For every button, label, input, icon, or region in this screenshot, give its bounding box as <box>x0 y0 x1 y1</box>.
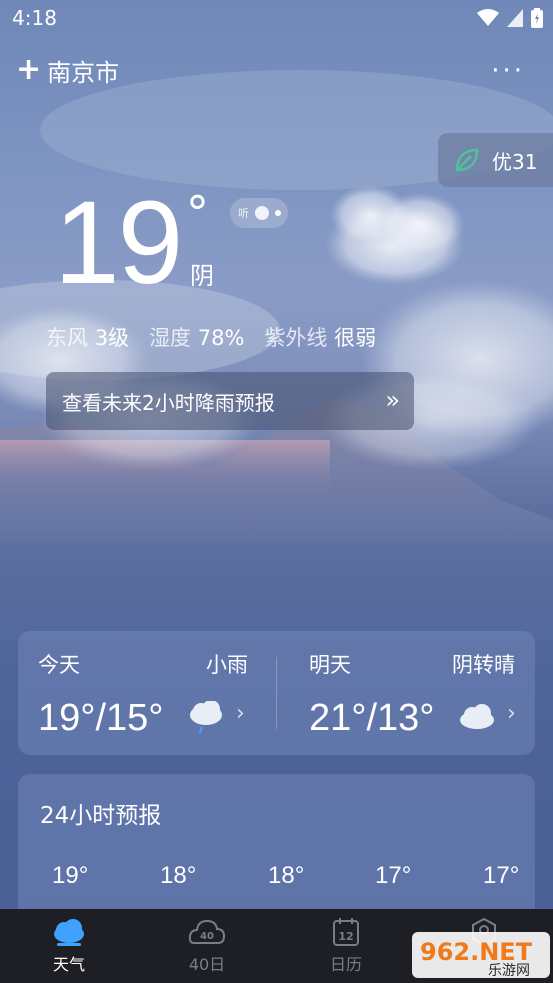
hour-temp: 17° <box>375 862 412 889</box>
uv-stat: 紫外线 很弱 <box>264 326 377 350</box>
day-name: 今天 <box>38 653 80 677</box>
hourly-title: 24小时预报 <box>40 803 162 829</box>
rain-forecast-text: 查看未来2小时降雨预报 <box>62 390 275 415</box>
cloud-icon <box>460 704 494 729</box>
chevron-right-icon: › <box>236 701 245 726</box>
more-button[interactable]: ··· <box>491 56 525 86</box>
forty-day-icon: 40 <box>188 919 226 944</box>
aqi-value: 优31 <box>492 149 538 174</box>
speaker-icon <box>255 206 269 220</box>
double-chevron-right-icon: » <box>385 386 400 414</box>
signal-icon <box>507 9 523 27</box>
status-time: 4:18 <box>12 6 57 30</box>
hour-temp: 17° <box>483 862 520 889</box>
status-icons <box>477 8 543 28</box>
daily-forecast-card: 今天 小雨 19°/15° › 明天 阴转晴 21°/13° › <box>18 631 535 755</box>
battery-icon <box>531 8 543 28</box>
current-temperature: 19 <box>54 177 183 309</box>
svg-text:12: 12 <box>338 930 353 943</box>
listen-label: 听 <box>238 207 249 220</box>
day-condition: 小雨 <box>206 653 248 677</box>
hour-temp: 18° <box>268 862 305 889</box>
rain-cloud-icon <box>190 701 222 734</box>
day-condition: 阴转晴 <box>452 653 515 677</box>
status-bar: 4:18 <box>0 0 553 38</box>
watermark-logo: 962.NET 乐游网 <box>412 932 550 979</box>
day-tomorrow[interactable]: 明天 阴转晴 21°/13° › <box>277 631 535 755</box>
svg-text:40: 40 <box>200 931 214 942</box>
degree-symbol: ° <box>186 186 209 240</box>
cloud-icon <box>54 919 84 946</box>
add-city-button[interactable]: + 南京市 <box>16 52 119 88</box>
day-name: 明天 <box>309 653 351 677</box>
rain-forecast-link[interactable]: 查看未来2小时降雨预报 » <box>46 372 414 430</box>
calendar-icon: 12 <box>333 918 359 946</box>
hour-temp: 19° <box>52 862 89 889</box>
tab-weather[interactable]: 天气 <box>19 909 119 983</box>
wind-stat: 东风 3级 <box>46 326 130 350</box>
humidity-stat: 湿度 78% <box>149 326 245 350</box>
weather-stats: 东风 3级 湿度 78% 紫外线 很弱 <box>46 322 376 352</box>
svg-text:乐游网: 乐游网 <box>488 963 530 979</box>
indicator-dot <box>275 210 281 216</box>
current-condition: 阴 <box>190 262 214 290</box>
hourly-forecast-card: 24小时预报 <box>18 774 535 924</box>
tab-label: 天气 <box>52 955 85 974</box>
listen-button[interactable]: 听 <box>230 198 288 228</box>
city-name: 南京市 <box>47 58 120 87</box>
aqi-badge[interactable]: 优31 <box>438 133 553 187</box>
svg-text:962.NET: 962.NET <box>420 938 533 966</box>
tab-label: 日历 <box>329 955 362 974</box>
hour-temp: 18° <box>160 862 197 889</box>
plus-icon: + <box>16 52 42 87</box>
top-bar: + 南京市 ··· <box>0 52 553 92</box>
wifi-icon <box>477 9 499 26</box>
day-temp-range: 21°/13° <box>309 697 435 739</box>
tab-calendar[interactable]: 12 日历 <box>296 909 396 983</box>
tab-40-day[interactable]: 40 40日 <box>157 909 257 983</box>
chevron-right-icon: › <box>507 701 516 726</box>
tab-label: 40日 <box>188 955 226 974</box>
more-dots-icon: ··· <box>491 56 525 86</box>
day-temp-range: 19°/15° <box>38 697 164 739</box>
day-today[interactable]: 今天 小雨 19°/15° › <box>18 631 276 755</box>
leaf-icon <box>455 148 479 172</box>
